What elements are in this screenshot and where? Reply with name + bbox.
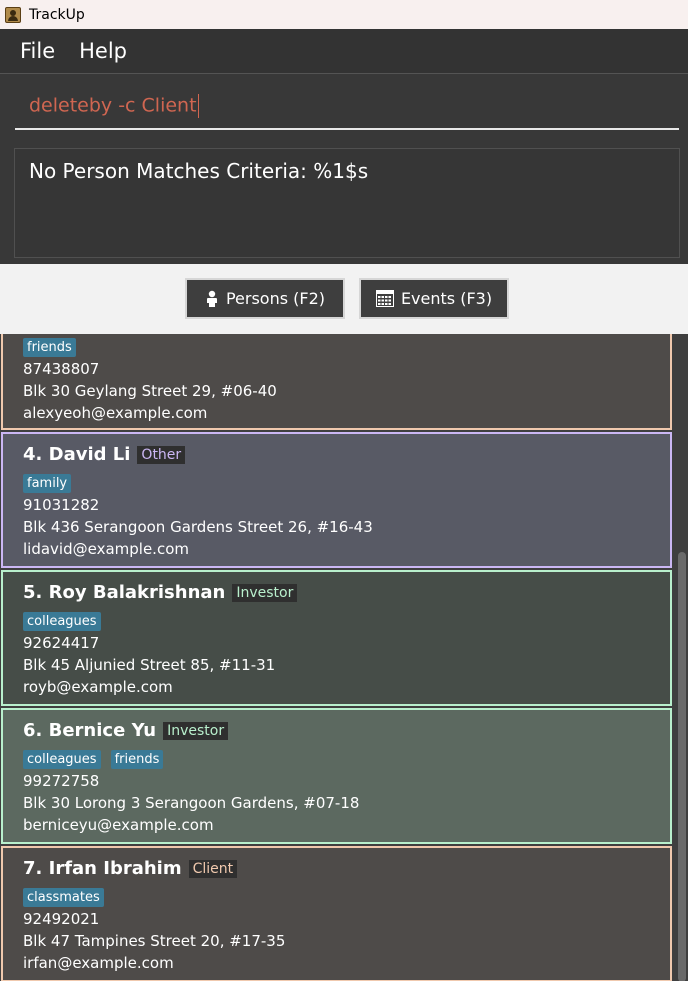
- scroll-thumb[interactable]: [678, 552, 686, 981]
- menu-help[interactable]: Help: [79, 39, 127, 63]
- list-scrollbar[interactable]: [674, 334, 688, 981]
- role-badge: Client: [188, 859, 238, 878]
- tag: colleagues: [23, 612, 101, 631]
- person-email: berniceyu@example.com: [23, 816, 214, 834]
- person-phone: 99272758: [23, 772, 100, 790]
- person-email: alexyeoh@example.com: [23, 404, 208, 422]
- tab-persons[interactable]: Persons (F2): [185, 278, 345, 319]
- person-email: lidavid@example.com: [23, 540, 189, 558]
- person-phone: 92492021: [23, 910, 100, 928]
- person-phone: 92624417: [23, 634, 100, 652]
- app-icon: [5, 6, 21, 23]
- command-value: deleteby -c Client: [29, 94, 197, 117]
- menu-bar: File Help: [0, 29, 688, 73]
- person-address: Blk 436 Serangoon Gardens Street 26, #16…: [23, 518, 373, 536]
- command-input[interactable]: deleteby -c Client: [15, 82, 679, 130]
- person-card[interactable]: friends 87438807 Blk 30 Geylang Street 2…: [1, 334, 672, 430]
- person-name: 7. Irfan Ibrahim: [23, 858, 182, 879]
- tag-list: family: [23, 474, 72, 493]
- person-card[interactable]: 7. Irfan Ibrahim Client classmates 92492…: [1, 846, 672, 981]
- result-display: No Person Matches Criteria: %1$s: [14, 148, 680, 258]
- result-message: No Person Matches Criteria: %1$s: [29, 159, 369, 183]
- tab-bar: Persons (F2) Events (F3): [0, 264, 688, 334]
- menu-file[interactable]: File: [20, 39, 55, 63]
- person-name: 4. David Li: [23, 444, 131, 465]
- tag-list: colleagues: [23, 612, 101, 631]
- person-card[interactable]: 4. David Li Other family 91031282 Blk 43…: [1, 432, 672, 568]
- command-area: deleteby -c Client No Person Matches Cri…: [0, 73, 688, 265]
- person-card[interactable]: 5. Roy Balakrishnan Investor colleagues …: [1, 570, 672, 706]
- name-row: 7. Irfan Ibrahim Client: [23, 858, 238, 879]
- role-badge: Investor: [163, 721, 229, 740]
- tag-list: colleagues friends: [23, 750, 164, 769]
- tag: friends: [23, 338, 76, 357]
- title-bar: TrackUp: [0, 0, 688, 29]
- tag: friends: [110, 750, 164, 769]
- person-icon: [205, 290, 219, 308]
- person-name: 5. Roy Balakrishnan: [23, 582, 226, 603]
- person-phone: 87438807: [23, 360, 100, 378]
- person-phone: 91031282: [23, 496, 100, 514]
- tab-events[interactable]: Events (F3): [359, 278, 509, 319]
- person-list[interactable]: friends 87438807 Blk 30 Geylang Street 2…: [0, 334, 688, 981]
- tag: colleagues: [23, 750, 101, 769]
- tab-events-label: Events (F3): [400, 289, 493, 308]
- person-email: royb@example.com: [23, 678, 173, 696]
- window-title: TrackUp: [29, 6, 85, 23]
- name-row: 5. Roy Balakrishnan Investor: [23, 582, 298, 603]
- person-card[interactable]: 6. Bernice Yu Investor colleagues friend…: [1, 708, 672, 844]
- name-row: 4. David Li Other: [23, 444, 186, 465]
- tab-persons-label: Persons (F2): [225, 289, 326, 308]
- person-name: 6. Bernice Yu: [23, 720, 157, 741]
- command-input-text[interactable]: deleteby -c Client: [29, 94, 199, 118]
- person-address: Blk 30 Lorong 3 Serangoon Gardens, #07-1…: [23, 794, 360, 812]
- person-address: Blk 47 Tampines Street 20, #17-35: [23, 932, 286, 950]
- person-email: irfan@example.com: [23, 954, 174, 972]
- tag-list: classmates: [23, 888, 104, 907]
- role-badge: Other: [137, 445, 186, 464]
- name-row: 6. Bernice Yu Investor: [23, 720, 229, 741]
- text-caret: [197, 94, 199, 118]
- tag: classmates: [23, 888, 104, 907]
- tag-list: friends: [23, 338, 76, 357]
- person-address: Blk 30 Geylang Street 29, #06-40: [23, 382, 277, 400]
- tag: family: [23, 474, 72, 493]
- person-address: Blk 45 Aljunied Street 85, #11-31: [23, 656, 276, 674]
- role-badge: Investor: [232, 583, 298, 602]
- calendar-icon: [375, 290, 394, 307]
